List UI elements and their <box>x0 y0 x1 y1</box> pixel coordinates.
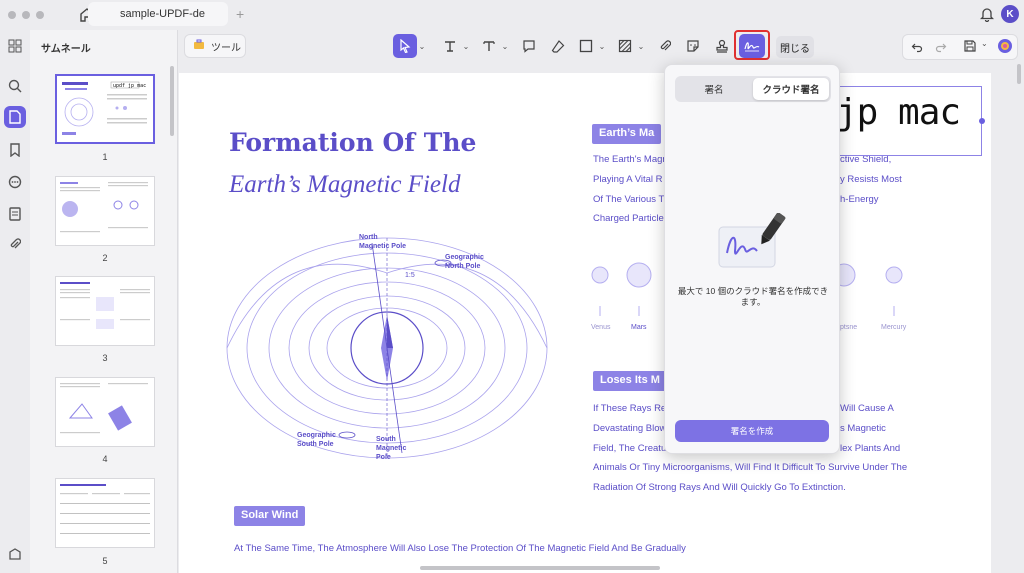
signature-popover: 署名 クラウド署名 最大で 10 個のクラウド署名を作成できます。 署名を作成 <box>664 64 840 454</box>
diagram-label-ratio: 1:5 <box>405 272 415 279</box>
page-title-line2: Earth’s Magnetic Field <box>229 171 461 198</box>
thumbnail-page-number: 4 <box>102 454 108 464</box>
resize-handle[interactable] <box>979 118 985 124</box>
close-window-icon[interactable] <box>8 11 16 19</box>
section2-line: Radiation Of Strong Rays And Will Quickl… <box>593 482 846 493</box>
window-controls[interactable] <box>8 11 44 19</box>
section2-line: Animals Or Tiny Microorganisms, Will Fin… <box>593 462 908 473</box>
section1-line: Playing A Vital R <box>593 174 663 185</box>
sticker-icon[interactable] <box>682 34 704 58</box>
section-tag-loses-its-magnetic: Loses Its M <box>593 371 667 391</box>
section2-line-right: lex Plants And <box>840 443 901 454</box>
thumbnail-page-5[interactable] <box>55 478 155 548</box>
planet-label: ptsne <box>840 324 858 331</box>
stamp-icon[interactable] <box>711 34 733 58</box>
section1-line: The Earth's Magn <box>593 154 668 165</box>
updf-ai-icon[interactable] <box>997 38 1013 59</box>
paperclip-icon[interactable] <box>654 34 676 58</box>
document-tab[interactable]: sample-UPDF-de <box>88 2 228 26</box>
planet-label: Mercury <box>881 324 907 331</box>
hatch-icon[interactable] <box>615 34 635 58</box>
planet-label: Venus <box>591 324 611 331</box>
comment-bubble-icon[interactable] <box>518 34 540 58</box>
diagram-label-north-magnetic-pole: North Magnetic Pole <box>359 234 407 250</box>
create-signature-button[interactable]: 署名を作成 <box>675 420 829 442</box>
comment-icon[interactable] <box>7 174 23 190</box>
magnetic-field-diagram <box>226 237 548 459</box>
bookmark-icon[interactable] <box>7 142 23 158</box>
tools-button-label: ツール <box>211 42 241 54</box>
page-icon[interactable] <box>4 106 26 128</box>
toolbox-icon <box>193 39 205 53</box>
section1-line: Charged Particle <box>593 213 664 224</box>
layers-icon[interactable] <box>7 546 23 562</box>
tools-button[interactable]: ツール <box>184 34 246 58</box>
section-tag-solar-wind: Solar Wind <box>234 506 306 526</box>
chevron-down-icon[interactable]: ⌄ <box>462 34 470 58</box>
thumbnail-scrollbar[interactable] <box>170 66 174 136</box>
vertical-scrollbar[interactable] <box>1017 64 1021 84</box>
thumbnail-page-4[interactable] <box>55 377 155 447</box>
eraser-icon[interactable] <box>547 34 569 58</box>
attachment-icon[interactable] <box>7 236 23 252</box>
bell-icon[interactable] <box>979 6 995 27</box>
signature-tool-highlight <box>734 30 770 60</box>
cloud-signature-limit-message: 最大で 10 個のクラウド署名を作成できます。 <box>677 286 829 307</box>
select-icon[interactable] <box>393 34 417 58</box>
signature-tabs: 署名 クラウド署名 <box>675 76 831 102</box>
thumbnail-page-2[interactable] <box>55 176 155 246</box>
chevron-down-icon[interactable]: ⌄ <box>637 34 645 58</box>
thumbnail-page-number: 5 <box>102 556 108 566</box>
diagram-label-geographic-south-pole: Geographic South Pole <box>297 432 336 448</box>
avatar[interactable]: K <box>1001 5 1019 23</box>
tab-signature[interactable]: 署名 <box>677 78 751 100</box>
thumbnail-panel: サムネール updf jp mac 1 2 3 4 5 <box>30 30 178 573</box>
section2-line-right: Will Cause A <box>840 403 894 414</box>
thumbnail-page-3[interactable] <box>55 276 155 346</box>
placed-signature[interactable]: jp mac <box>836 92 961 133</box>
thumbnail-page-number: 3 <box>102 353 108 363</box>
thumbnail-page-number: 1 <box>102 152 108 162</box>
horizontal-scrollbar[interactable] <box>420 566 660 570</box>
left-rail <box>0 30 30 573</box>
thumbnail-page-number: 2 <box>102 253 108 263</box>
svg-text:updf jp mac: updf jp mac <box>113 83 146 89</box>
section3-line: At The Same Time, The Atmosphere Will Al… <box>234 543 686 554</box>
diagram-label-geographic-north-pole: Geographic North Pole <box>445 254 484 270</box>
search-icon[interactable] <box>7 78 23 94</box>
thumbnail-panel-title: サムネール <box>41 44 91 55</box>
section1-line: Of The Various T <box>593 194 665 205</box>
section2-line: Devastating Blow <box>593 423 667 434</box>
chevron-down-icon[interactable]: ⌄ <box>981 39 988 48</box>
cloud-signature-illustration-icon <box>717 212 789 278</box>
diagram-label-south-magnetic-pole: South Magnetic Pole <box>376 436 407 461</box>
section1-line-right: h-Energy <box>840 194 879 205</box>
minimize-window-icon[interactable] <box>22 11 30 19</box>
chevron-down-icon[interactable]: ⌄ <box>418 34 426 58</box>
save-icon[interactable] <box>963 39 977 58</box>
section2-line: Field, The Creatu <box>593 443 667 454</box>
text-box-icon[interactable] <box>479 34 499 58</box>
section-tag-earths-magnetic: Earth’s Ma <box>592 124 662 144</box>
zoom-window-icon[interactable] <box>36 11 44 19</box>
chevron-down-icon[interactable]: ⌄ <box>598 34 606 58</box>
add-tab-button[interactable]: + <box>236 6 244 22</box>
undo-icon[interactable] <box>911 40 923 58</box>
form-icon[interactable] <box>7 206 23 222</box>
section1-line-right: y Resists Most <box>840 174 902 185</box>
grid-icon[interactable] <box>7 38 23 54</box>
right-toolbar: ⌄ <box>902 34 1018 60</box>
redo-icon[interactable] <box>935 40 947 58</box>
text-icon[interactable] <box>440 34 460 58</box>
section2-line: If These Rays Re <box>593 403 667 414</box>
tab-cloud-signature[interactable]: クラウド署名 <box>753 78 829 100</box>
planet-label: Mars <box>631 324 647 331</box>
thumbnail-page-1[interactable]: updf jp mac <box>55 74 155 144</box>
page-title-line1: Formation Of The <box>229 128 477 157</box>
chevron-down-icon[interactable]: ⌄ <box>501 34 509 58</box>
document-tab-title: sample-UPDF-de <box>120 8 205 20</box>
section2-line-right: s Magnetic <box>840 423 886 434</box>
close-button[interactable]: 閉じる <box>776 36 814 58</box>
rectangle-icon[interactable] <box>576 34 596 58</box>
